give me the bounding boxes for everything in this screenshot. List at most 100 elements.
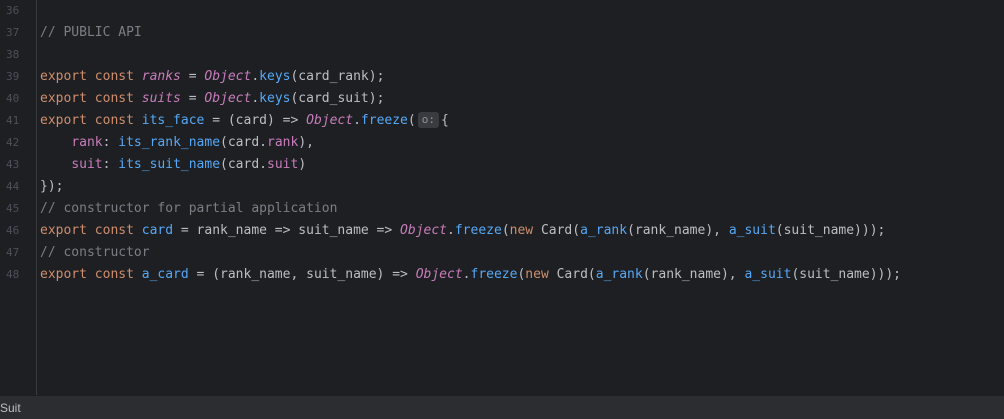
code-line[interactable]: 37 // PUBLIC API: [0, 22, 1004, 44]
code-token: Object: [204, 69, 252, 84]
code-token: a_rank: [580, 223, 628, 238]
code-token: :: [102, 157, 119, 172]
code-line[interactable]: 39 export const ranks = Object.keys(card_…: [0, 66, 1004, 88]
code-token: :: [102, 135, 119, 150]
code-text[interactable]: export const its_face = (card) => Object…: [40, 110, 449, 132]
code-token: .: [447, 223, 455, 238]
code-text[interactable]: rank: its_rank_name(card.rank),: [40, 132, 314, 154]
code-token: Object: [204, 91, 252, 106]
code-token: (card_suit);: [290, 91, 385, 106]
code-token: (card.: [220, 157, 267, 172]
code-token: (card.: [220, 135, 267, 150]
code-token: Card(: [540, 223, 581, 238]
code-token: ),: [298, 135, 314, 150]
code-token: });: [40, 179, 64, 194]
code-token: = (rank_name, suit_name) =>: [188, 267, 416, 282]
code-token: export const: [40, 267, 142, 282]
code-token: .: [251, 91, 260, 106]
code-line[interactable]: 44});: [0, 176, 1004, 198]
code-text[interactable]: // constructor: [40, 242, 150, 264]
code-line[interactable]: 47 // constructor: [0, 242, 1004, 264]
code-token: export const: [40, 223, 142, 238]
code-token: a_rank: [595, 267, 643, 282]
line-number: 39: [6, 70, 20, 83]
line-number: 37: [6, 26, 20, 39]
line-number: 40: [6, 92, 20, 105]
code-text[interactable]: export const card = rank_name => suit_na…: [40, 220, 885, 242]
code-token: ranks: [141, 69, 181, 84]
code-line[interactable]: 43 suit: its_suit_name(card.suit): [0, 154, 1004, 176]
code-token: keys: [259, 91, 291, 106]
code-token: = rank_name => suit_name =>: [173, 223, 401, 238]
code-text[interactable]: export const ranks = Object.keys(card_ra…: [40, 66, 384, 88]
code-text[interactable]: // constructor for partial application: [40, 198, 337, 220]
code-token: its_face: [141, 113, 205, 128]
code-token: .: [353, 113, 361, 128]
code-token: (card_rank);: [290, 69, 385, 84]
code-line[interactable]: 42 rank: its_rank_name(card.rank),: [0, 132, 1004, 154]
code-line[interactable]: 48 export const a_card = (rank_name, suit…: [0, 264, 1004, 286]
code-token: new: [509, 223, 541, 238]
code-token: freeze: [454, 223, 502, 238]
code-token: Card(: [556, 267, 596, 282]
parameter-hint: o:: [417, 112, 439, 128]
code-token: (: [407, 113, 416, 128]
code-token: =: [180, 69, 205, 84]
line-number: 48: [6, 268, 20, 281]
code-token: suit: [267, 157, 299, 172]
code-token: rank: [267, 135, 299, 150]
code-token: a_suit: [744, 267, 792, 282]
code-token: suits: [141, 91, 181, 106]
code-token: .: [251, 69, 260, 84]
code-text[interactable]: // PUBLIC API: [40, 22, 142, 44]
code-text[interactable]: });: [40, 176, 63, 198]
code-token: Object: [306, 113, 354, 128]
code-token: Object: [415, 267, 463, 282]
code-token: a_suit: [728, 223, 776, 238]
code-token: new: [525, 267, 557, 282]
code-token: // PUBLIC API: [40, 25, 142, 40]
code-token: rank: [71, 135, 103, 150]
code-token: (rank_name),: [642, 267, 745, 282]
code-editor[interactable]: 36 37 // PUBLIC API 38 39 export const ranks …: [0, 0, 1004, 395]
code-lines: 36 37 // PUBLIC API 38 39 export const ranks …: [0, 0, 1004, 286]
code-token: =: [180, 91, 205, 106]
code-token: freeze: [470, 267, 518, 282]
line-number: 46: [6, 224, 20, 237]
code-token: its_rank_name: [118, 135, 221, 150]
code-token: (: [501, 223, 510, 238]
line-number: 44: [6, 180, 20, 193]
line-number: 47: [6, 246, 20, 259]
code-token: card: [141, 223, 174, 238]
code-token: export const: [40, 69, 142, 84]
code-line[interactable]: 36: [0, 0, 1004, 22]
line-number: 42: [6, 136, 20, 149]
code-text[interactable]: suit: its_suit_name(card.suit): [40, 154, 306, 176]
code-text[interactable]: export const a_card = (rank_name, suit_n…: [40, 264, 901, 286]
code-token: export const: [40, 113, 142, 128]
code-token: its_suit_name: [118, 157, 221, 172]
code-text[interactable]: export const suits = Object.keys(card_su…: [40, 88, 384, 110]
line-number: 45: [6, 202, 20, 215]
code-token: {: [440, 113, 449, 128]
code-line[interactable]: 45 // constructor for partial application: [0, 198, 1004, 220]
code-token: suit: [71, 157, 103, 172]
code-line[interactable]: 40 export const suits = Object.keys(card_…: [0, 88, 1004, 110]
code-token: (suit_name)));: [791, 267, 902, 282]
line-number: 36: [6, 4, 20, 17]
code-token: // constructor: [40, 245, 150, 260]
code-token: export const: [40, 91, 142, 106]
code-line[interactable]: 38: [0, 44, 1004, 66]
code-token: (rank_name),: [627, 223, 729, 238]
code-token: ): [298, 157, 307, 172]
breadcrumb[interactable]: Suit: [0, 396, 21, 419]
code-token: freeze: [360, 113, 408, 128]
line-number: 41: [6, 114, 20, 127]
code-token: = (card) =>: [204, 113, 307, 128]
code-line[interactable]: 46 export const card = rank_name => suit_…: [0, 220, 1004, 242]
code-token: (suit_name)));: [775, 223, 886, 238]
code-line[interactable]: 41 export const its_face = (card) => Obje…: [0, 110, 1004, 132]
code-token: .: [462, 267, 471, 282]
